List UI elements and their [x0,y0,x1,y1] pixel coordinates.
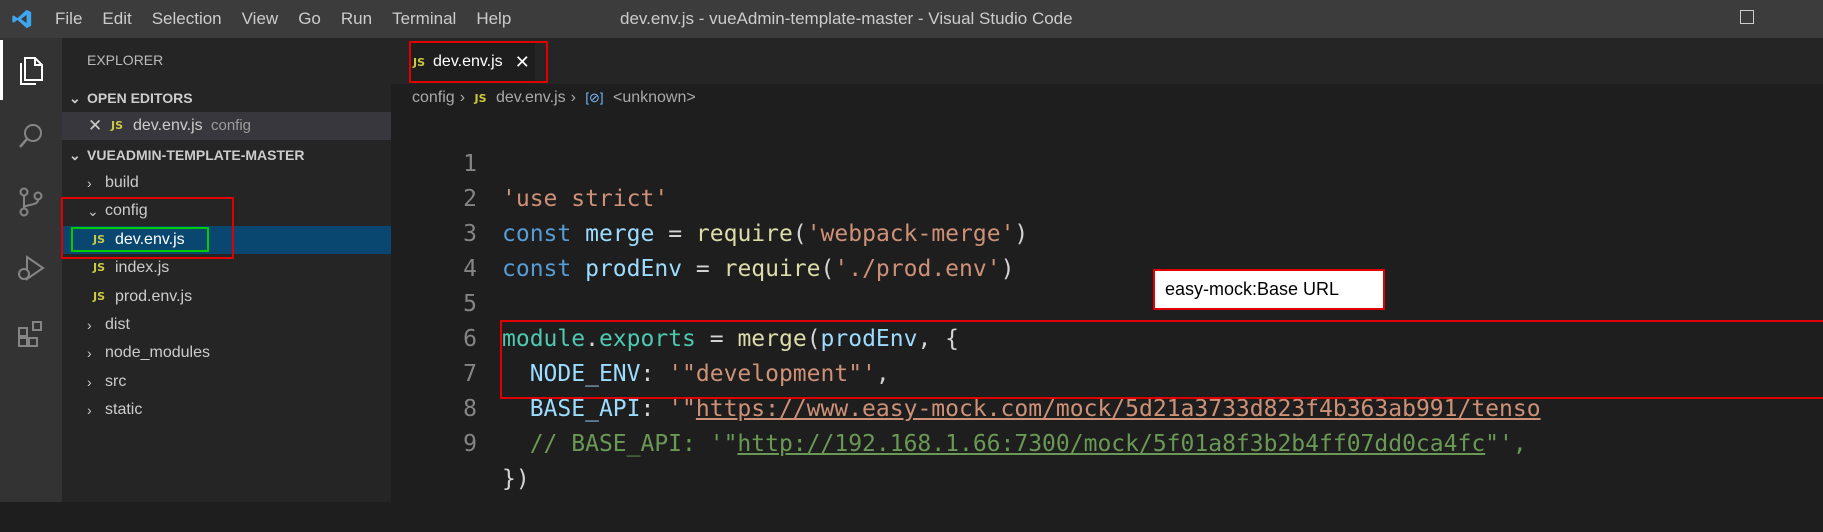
window-title: dev.env.js - vueAdmin-template-master - … [620,9,1073,28]
tree-label: build [105,174,139,191]
chevron-right-icon: › [87,402,92,418]
breadcrumb: config › JS dev.env.js › [⊘] <unknown> [412,86,701,110]
menu-go[interactable]: Go [298,9,321,29]
title-bar: File Edit Selection View Go Run Terminal… [0,0,1823,38]
menu-run[interactable]: Run [341,9,372,29]
tree-label: prod.env.js [115,288,193,305]
code-token: }) [502,466,530,492]
code-line: 1 'use strict' [391,112,1823,212]
menu-selection[interactable]: Selection [152,9,222,29]
menu-edit[interactable]: Edit [102,9,131,29]
explorer-title: EXPLORER [87,52,164,68]
chevron-right-icon: › [570,89,576,106]
project-header[interactable]: ⌄ VUEADMIN-TEMPLATE-MASTER [62,141,391,169]
code-line: 4 [391,217,1823,282]
menu-bar: File Edit Selection View Go Run Terminal… [55,0,531,38]
close-icon[interactable]: ✕ [88,112,102,140]
tree-folder-src[interactable]: › src [62,368,391,396]
tree-label: dist [105,316,130,333]
tree-folder-build[interactable]: › build [62,169,391,197]
chevron-right-icon: › [87,345,92,361]
breadcrumb-file[interactable]: dev.env.js [496,89,566,106]
code-comment: // BASE_API: '" [529,431,738,457]
annotation-box-dev-env [71,227,209,252]
tree-folder-node-modules[interactable]: › node_modules [62,339,391,367]
code-line: 2 const merge = require('webpack-merge') [391,147,1823,247]
js-file-icon: JS [474,92,487,105]
breadcrumb-symbol[interactable]: <unknown> [613,89,696,106]
line-number: 9 [463,431,477,457]
chevron-right-icon: › [87,374,92,390]
menu-file[interactable]: File [55,9,82,29]
search-icon[interactable] [0,106,62,166]
js-file-icon: JS [111,119,124,132]
annotation-box-base-api [500,320,1823,399]
open-editor-filename: dev.env.js [133,117,203,134]
chevron-down-icon: ⌄ [69,147,81,163]
restore-window-button[interactable] [1740,10,1754,24]
chevron-right-icon: › [87,175,92,191]
open-editors-header[interactable]: ⌄ OPEN EDITORS [62,84,391,112]
explorer-icon[interactable] [0,40,62,100]
menu-terminal[interactable]: Terminal [392,9,456,29]
symbol-icon: [⊘] [585,90,604,105]
annotation-box-tab [409,41,548,83]
tree-label: static [105,401,143,418]
code-editor[interactable]: 1 'use strict' 2 const merge = require('… [391,112,1823,502]
run-debug-icon[interactable] [0,238,62,298]
js-file-icon: JS [93,290,106,303]
chevron-right-icon: › [459,89,466,106]
code-line: 3 const prodEnv = require('./prod.env') [391,182,1823,282]
code-line: 6 NODE_ENV: '"development"', [391,287,1823,387]
breadcrumb-config[interactable]: config [412,89,455,106]
tree-label: node_modules [105,344,210,361]
tree-label: src [105,373,127,390]
tree-file-prod-env[interactable]: JS prod.env.js [62,283,391,311]
menu-view[interactable]: View [242,9,279,29]
tree-folder-static[interactable]: › static [62,396,391,424]
explorer-sidebar: EXPLORER ⌄ OPEN EDITORS ✕ JS dev.env.js c… [62,38,391,502]
tree-folder-dist[interactable]: › dist [62,311,391,339]
chevron-right-icon: › [87,317,92,333]
editor-tab-bar: JS dev.env.js ✕ [391,38,1823,84]
vscode-logo-icon [12,9,32,29]
code-comment: "', [1485,431,1527,457]
code-link[interactable]: http://192.168.1.66:7300/mock/5f01a8f3b2… [737,431,1485,457]
menu-help[interactable]: Help [476,9,511,29]
annotation-callout: easy-mock:Base URL [1153,269,1385,310]
open-editor-folder: config [211,117,252,134]
activity-bar [0,38,62,502]
extensions-icon[interactable] [0,304,62,364]
source-control-icon[interactable] [0,172,62,232]
chevron-down-icon: ⌄ [69,90,81,106]
code-line: 5 module.exports = merge(prodEnv, { [391,252,1823,352]
open-editor-item[interactable]: ✕ JS dev.env.js config [62,112,391,140]
